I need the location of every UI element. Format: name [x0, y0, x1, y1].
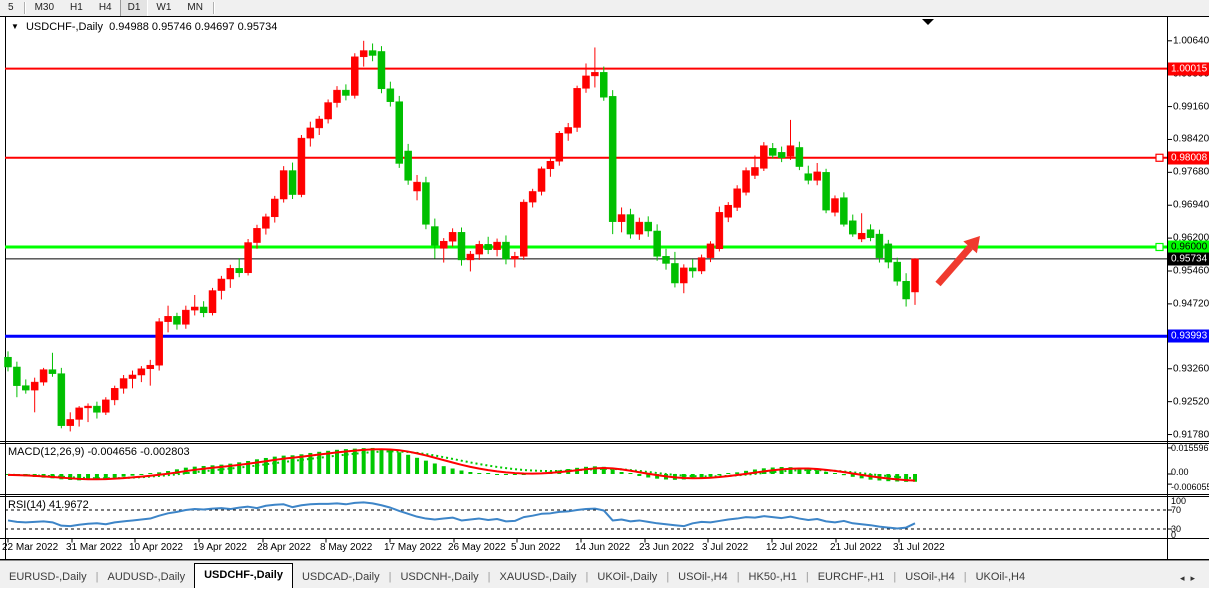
hline-handle-0.98008[interactable]	[1156, 154, 1163, 161]
up-arrow-annotation[interactable]	[938, 236, 980, 284]
hline-handle-0.96000[interactable]	[1156, 244, 1163, 251]
tab-scroll-right-icon: ▸	[1190, 573, 1201, 583]
macd-indicator	[8, 448, 915, 482]
horizontal-lines[interactable]	[5, 69, 1167, 337]
macd-signal-line	[8, 449, 915, 480]
symbol-tab-USOil-H4[interactable]: USOil-,H4	[896, 567, 964, 588]
candlesticks	[5, 41, 919, 432]
symbol-tab-USDCHF-Daily[interactable]: USDCHF-,Daily	[194, 563, 293, 588]
symbol-tabbar: EURUSD-,Daily|AUDUSD-,DailyUSDCHF-,Daily…	[0, 560, 1209, 588]
symbol-tab-EURUSD-Daily[interactable]: EURUSD-,Daily	[0, 567, 96, 588]
symbol-tab-AUDUSD-Daily[interactable]: AUDUSD-,Daily	[98, 567, 194, 588]
chart-canvas[interactable]	[0, 0, 1209, 587]
tab-scroll-arrows[interactable]: ◂▸	[1176, 573, 1209, 588]
symbol-tab-HK50-H1[interactable]: HK50-,H1	[740, 567, 806, 588]
shift-end-marker-icon[interactable]	[922, 19, 934, 25]
symbol-tab-UKOil-H4[interactable]: UKOil-,H4	[967, 567, 1035, 588]
pane-borders	[0, 17, 1209, 560]
symbol-tab-USDCAD-Daily[interactable]: USDCAD-,Daily	[293, 567, 389, 588]
price-chart-svg	[0, 0, 1209, 587]
symbol-tab-EURCHF-H1[interactable]: EURCHF-,H1	[809, 567, 894, 588]
tab-scroll-left-icon: ◂	[1180, 573, 1191, 583]
symbol-tab-USOil-H4[interactable]: USOil-,H4	[669, 567, 737, 588]
axis-ticks	[8, 41, 1172, 543]
rsi-line	[8, 502, 915, 528]
symbol-tab-UKOil-Daily[interactable]: UKOil-,Daily	[588, 567, 666, 588]
symbol-tab-XAUUSD-Daily[interactable]: XAUUSD-,Daily	[491, 567, 586, 588]
symbol-tab-USDCNH-Daily[interactable]: USDCNH-,Daily	[391, 567, 487, 588]
rsi-indicator	[5, 502, 1167, 529]
